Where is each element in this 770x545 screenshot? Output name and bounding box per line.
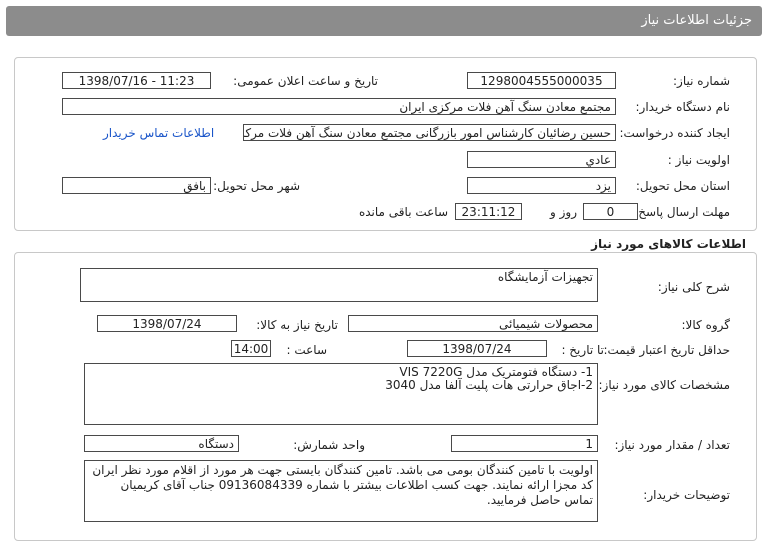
- need-number-label: شماره نیاز:: [673, 74, 730, 88]
- buyer-org-field[interactable]: مجتمع معادن سنگ آهن فلات مرکزی ایران: [62, 98, 616, 115]
- requester-label: ایجاد کننده درخواست:: [619, 126, 730, 140]
- goods-group-field[interactable]: محصولات شیمیائی: [348, 315, 598, 332]
- province-label: استان محل تحویل:: [635, 179, 730, 193]
- deadline-remaining-label: ساعت باقی مانده: [358, 205, 448, 219]
- goods-section-title: اطلاعات کالاهای مورد نیاز: [591, 237, 746, 251]
- announce-datetime-field[interactable]: 1398/07/16 - 11:23: [62, 72, 211, 89]
- general-desc-field[interactable]: تجهیزات آزمایشگاه: [80, 268, 598, 302]
- quantity-field[interactable]: 1: [451, 435, 598, 452]
- unit-field[interactable]: دستگاه: [84, 435, 239, 452]
- buyer-notes-label: توضیحات خریدار:: [643, 488, 730, 502]
- buyer-org-label: نام دستگاه خریدار:: [635, 100, 731, 114]
- deadline-days-unit: روز و: [550, 205, 577, 219]
- announce-datetime-label: تاریخ و ساعت اعلان عمومی:: [233, 74, 378, 88]
- specs-line-2: 2-اجاق حرارتی هات پلیت آلفا مدل 3040: [385, 378, 593, 392]
- price-validity-time-field[interactable]: 14:00: [231, 340, 271, 357]
- deadline-time-field[interactable]: 23:11:12: [455, 203, 522, 220]
- quantity-label: تعداد / مقدار مورد نیاز:: [614, 438, 730, 452]
- price-validity-time-label: ساعت :: [286, 343, 327, 357]
- page-title: جزئیات اطلاعات نیاز: [641, 13, 752, 28]
- requester-field[interactable]: حسین رضائیان کارشناس امور بازرگانی مجتمع…: [243, 124, 616, 141]
- goods-group-label: گروه کالا:: [681, 318, 731, 332]
- need-number-field[interactable]: 1298004555000035: [467, 72, 616, 89]
- unit-label: واحد شمارش:: [293, 438, 365, 452]
- need-date-field[interactable]: 1398/07/24: [97, 315, 237, 332]
- buyer-notes-field[interactable]: اولویت با تامین کنندگان بومی می باشد. تا…: [84, 460, 598, 522]
- need-date-label: تاریخ نیاز به کالا:: [256, 318, 338, 332]
- page-header: جزئیات اطلاعات نیاز: [6, 6, 762, 36]
- province-field[interactable]: یزد: [467, 177, 616, 194]
- price-validity-to-date-label: تا تاریخ :: [561, 343, 604, 357]
- general-desc-label: شرح کلی نیاز:: [657, 280, 730, 294]
- specs-label: مشخصات کالای مورد نیاز:: [598, 378, 730, 392]
- priority-field[interactable]: عادي: [467, 151, 616, 168]
- deadline-days-field[interactable]: 0: [583, 203, 638, 220]
- priority-label: اولویت نیاز :: [667, 153, 730, 167]
- city-field[interactable]: بافق: [62, 177, 211, 194]
- price-validity-label: حداقل تاریخ اعتبار قیمت:: [603, 343, 730, 357]
- deadline-label: مهلت ارسال پاسخ:: [634, 205, 730, 219]
- specs-field[interactable]: 1- دستگاه فتومتریک مدل VIS 7220G 2-اجاق …: [84, 363, 598, 425]
- buyer-contact-link[interactable]: اطلاعات تماس خریدار: [103, 126, 214, 140]
- city-label: شهر محل تحویل:: [213, 179, 300, 193]
- price-validity-date-field[interactable]: 1398/07/24: [407, 340, 547, 357]
